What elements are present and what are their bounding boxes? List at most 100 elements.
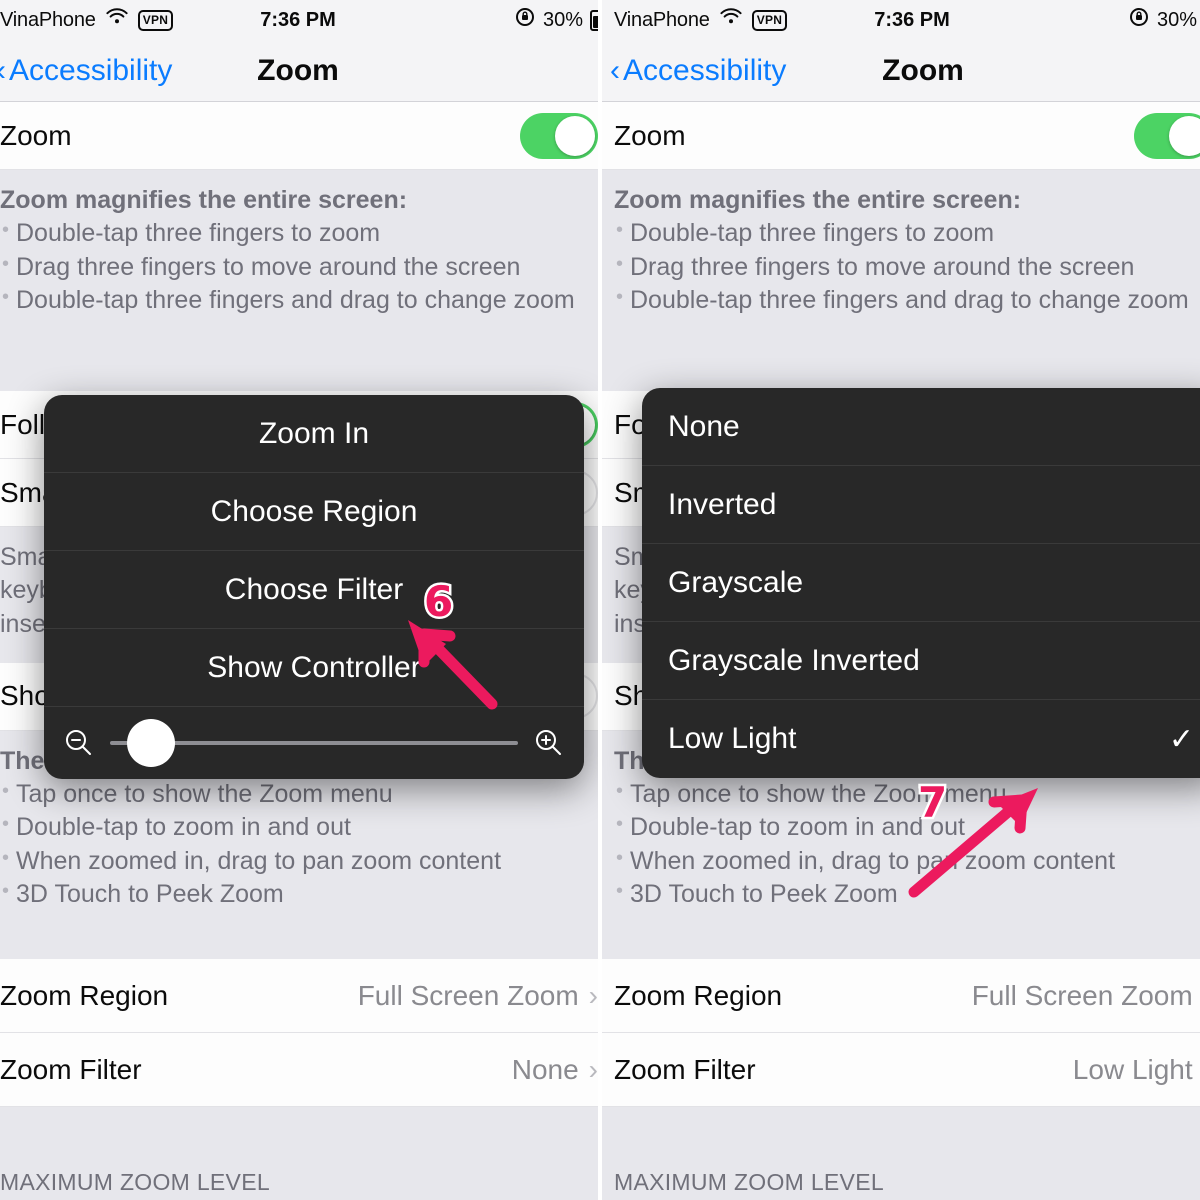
battery-percent: 30% xyxy=(1156,8,1197,31)
list-item: When zoomed in, drag to pan zoom content xyxy=(614,845,1200,878)
list-item: When zoomed in, drag to pan zoom content xyxy=(0,845,596,878)
menu-item-show-controller[interactable]: Show Controller xyxy=(44,629,584,707)
row-zoom-region-value: Full Screen Zoom xyxy=(971,979,1193,1011)
menu-item-choose-region[interactable]: Choose Region xyxy=(44,473,584,551)
row-zoom-filter-value: None xyxy=(511,1053,579,1085)
list-item: Drag three fingers to move around the sc… xyxy=(614,251,1200,284)
menu-item-none[interactable]: None xyxy=(642,388,1200,466)
left-phone-screen: VinaPhone VPN 7:36 PM 30% ‹ xyxy=(0,0,598,1200)
row-zoom[interactable]: Zoom xyxy=(602,102,1200,170)
right-phone-screen: VinaPhone VPN 7:36 PM 30% ‹ Accessibilit… xyxy=(602,0,1200,1200)
back-button[interactable]: ‹ Accessibility xyxy=(610,53,787,88)
menu-item-label: None xyxy=(668,409,740,443)
magnifier-minus-icon[interactable] xyxy=(62,726,96,760)
list-item: Double-tap three fingers to zoom xyxy=(0,217,596,250)
row-zoom-region[interactable]: Zoom Region Full Screen Zoom › xyxy=(0,959,598,1033)
battery-icon xyxy=(590,9,598,31)
annotation-number-7: 7 xyxy=(915,776,949,830)
rotation-lock-icon xyxy=(1128,6,1150,34)
section-gap xyxy=(602,933,1200,959)
back-button-label: Accessibility xyxy=(9,53,173,87)
zoom-filter-menu-popup[interactable]: None Inverted Grayscale Grayscale Invert… xyxy=(642,388,1200,778)
zoom-menu-popup[interactable]: Zoom In Choose Region Choose Filter Show… xyxy=(44,395,584,779)
toggle-knob xyxy=(1169,115,1200,156)
zoom-toggle[interactable] xyxy=(520,112,598,159)
vpn-badge: VPN xyxy=(751,9,788,31)
menu-item-label: Inverted xyxy=(668,487,777,521)
zoom-level-slider[interactable] xyxy=(110,719,518,767)
menu-item-zoom-in[interactable]: Zoom In xyxy=(44,395,584,473)
carrier-label: VinaPhone xyxy=(0,8,96,31)
slider-thumb[interactable] xyxy=(126,719,175,767)
row-zoom-label: Zoom xyxy=(0,119,72,151)
battery-percent: 30% xyxy=(542,8,583,31)
group-header-maximum-zoom-level: MAXIMUM ZOOM LEVEL xyxy=(602,1107,1200,1200)
menu-item-label: Grayscale Inverted xyxy=(668,643,920,677)
zoom-level-slider-row[interactable] xyxy=(44,707,584,779)
list-item: Double-tap three fingers to zoom xyxy=(614,217,1200,250)
row-zoom-filter[interactable]: Zoom Filter None › xyxy=(0,1033,598,1107)
row-zoom-filter-value: Low Light xyxy=(1072,1053,1193,1085)
group-header-maximum-zoom-level: MAXIMUM ZOOM LEVEL xyxy=(0,1107,598,1200)
list-item: Double-tap to zoom in and out xyxy=(614,811,1200,844)
menu-item-low-light[interactable]: Low Light ✓ xyxy=(642,700,1200,778)
row-zoom-label: Zoom xyxy=(614,119,686,151)
chevron-right-icon: › xyxy=(588,1053,598,1085)
row-zoom-region[interactable]: Zoom Region Full Screen Zoom › xyxy=(602,959,1200,1033)
zoom-description-head: Zoom magnifies the entire screen: xyxy=(614,186,1022,214)
menu-item-choose-filter[interactable]: Choose Filter xyxy=(44,551,584,629)
carrier-label: VinaPhone xyxy=(614,8,710,31)
list-item: Tap once to show the Zoom menu xyxy=(0,778,596,811)
zoom-description-list: Double-tap three fingers to zoom Drag th… xyxy=(0,217,596,317)
controller-description-list: Tap once to show the Zoom menu Double-ta… xyxy=(0,778,596,911)
status-bar: VinaPhone VPN 7:36 PM 30% xyxy=(0,0,598,40)
section-gap xyxy=(0,339,598,391)
wifi-icon xyxy=(719,8,743,32)
vpn-badge: VPN xyxy=(137,9,174,31)
menu-item-label: Low Light xyxy=(668,722,797,755)
back-button[interactable]: ‹ Accessibility xyxy=(0,54,172,88)
menu-item-label: Grayscale xyxy=(668,565,804,599)
menu-item-grayscale[interactable]: Grayscale xyxy=(642,544,1200,622)
list-item: 3D Touch to Peek Zoom xyxy=(0,878,596,911)
list-item: Drag three fingers to move around the sc… xyxy=(0,251,596,284)
controller-description-list: Tap once to show the Zoom menu Double-ta… xyxy=(614,778,1200,911)
nav-bar: ‹ Accessibility Zoom xyxy=(0,40,598,102)
chevron-right-icon: › xyxy=(588,979,598,1011)
status-bar-left: VinaPhone VPN xyxy=(0,8,174,32)
status-bar-right: 30% xyxy=(1128,6,1200,34)
status-bar: VinaPhone VPN 7:36 PM 30% xyxy=(602,0,1200,40)
menu-item-label: Show Controller xyxy=(207,650,421,684)
zoom-description-head: Zoom magnifies the entire screen: xyxy=(0,186,408,214)
back-button-label: Accessibility xyxy=(623,53,787,87)
chevron-left-icon: ‹ xyxy=(610,53,620,87)
zoom-toggle[interactable] xyxy=(1134,112,1200,159)
check-icon: ✓ xyxy=(1168,722,1194,756)
status-bar-left: VinaPhone VPN xyxy=(614,8,788,32)
annotation-number-6: 6 xyxy=(421,575,455,629)
list-item: Tap once to show the Zoom menu xyxy=(614,778,1200,811)
rotation-lock-icon xyxy=(514,6,536,34)
list-item: Double-tap three fingers and drag to cha… xyxy=(614,284,1200,317)
row-zoom[interactable]: Zoom xyxy=(0,102,598,170)
right-viewport: VinaPhone VPN 7:36 PM 30% ‹ Accessibilit… xyxy=(602,0,1200,1200)
status-bar-right: 30% xyxy=(514,6,598,34)
row-zoom-region-label: Zoom Region xyxy=(0,979,169,1011)
menu-item-label: Choose Filter xyxy=(224,572,404,606)
magnifier-plus-icon[interactable] xyxy=(532,726,566,760)
zoom-description-list: Double-tap three fingers to zoom Drag th… xyxy=(614,217,1200,317)
chevron-left-icon: ‹ xyxy=(0,55,6,86)
zoom-description: Zoom magnifies the entire screen: Double… xyxy=(0,170,598,339)
menu-item-grayscale-inverted[interactable]: Grayscale Inverted xyxy=(642,622,1200,700)
zoom-description: Zoom magnifies the entire screen: Double… xyxy=(602,170,1200,339)
row-zoom-filter-label: Zoom Filter xyxy=(0,1053,142,1085)
nav-bar: ‹ Accessibility Zoom xyxy=(602,40,1200,102)
screenshot-root: VinaPhone VPN 7:36 PM 30% ‹ xyxy=(0,0,1200,1200)
row-zoom-filter[interactable]: Zoom Filter Low Light › xyxy=(602,1033,1200,1107)
list-item: Double-tap to zoom in and out xyxy=(0,811,596,844)
menu-item-inverted[interactable]: Inverted xyxy=(642,466,1200,544)
row-zoom-filter-label: Zoom Filter xyxy=(614,1053,756,1085)
section-gap xyxy=(602,339,1200,391)
menu-item-label: Choose Region xyxy=(210,494,418,528)
row-zoom-region-label: Zoom Region xyxy=(614,979,783,1011)
